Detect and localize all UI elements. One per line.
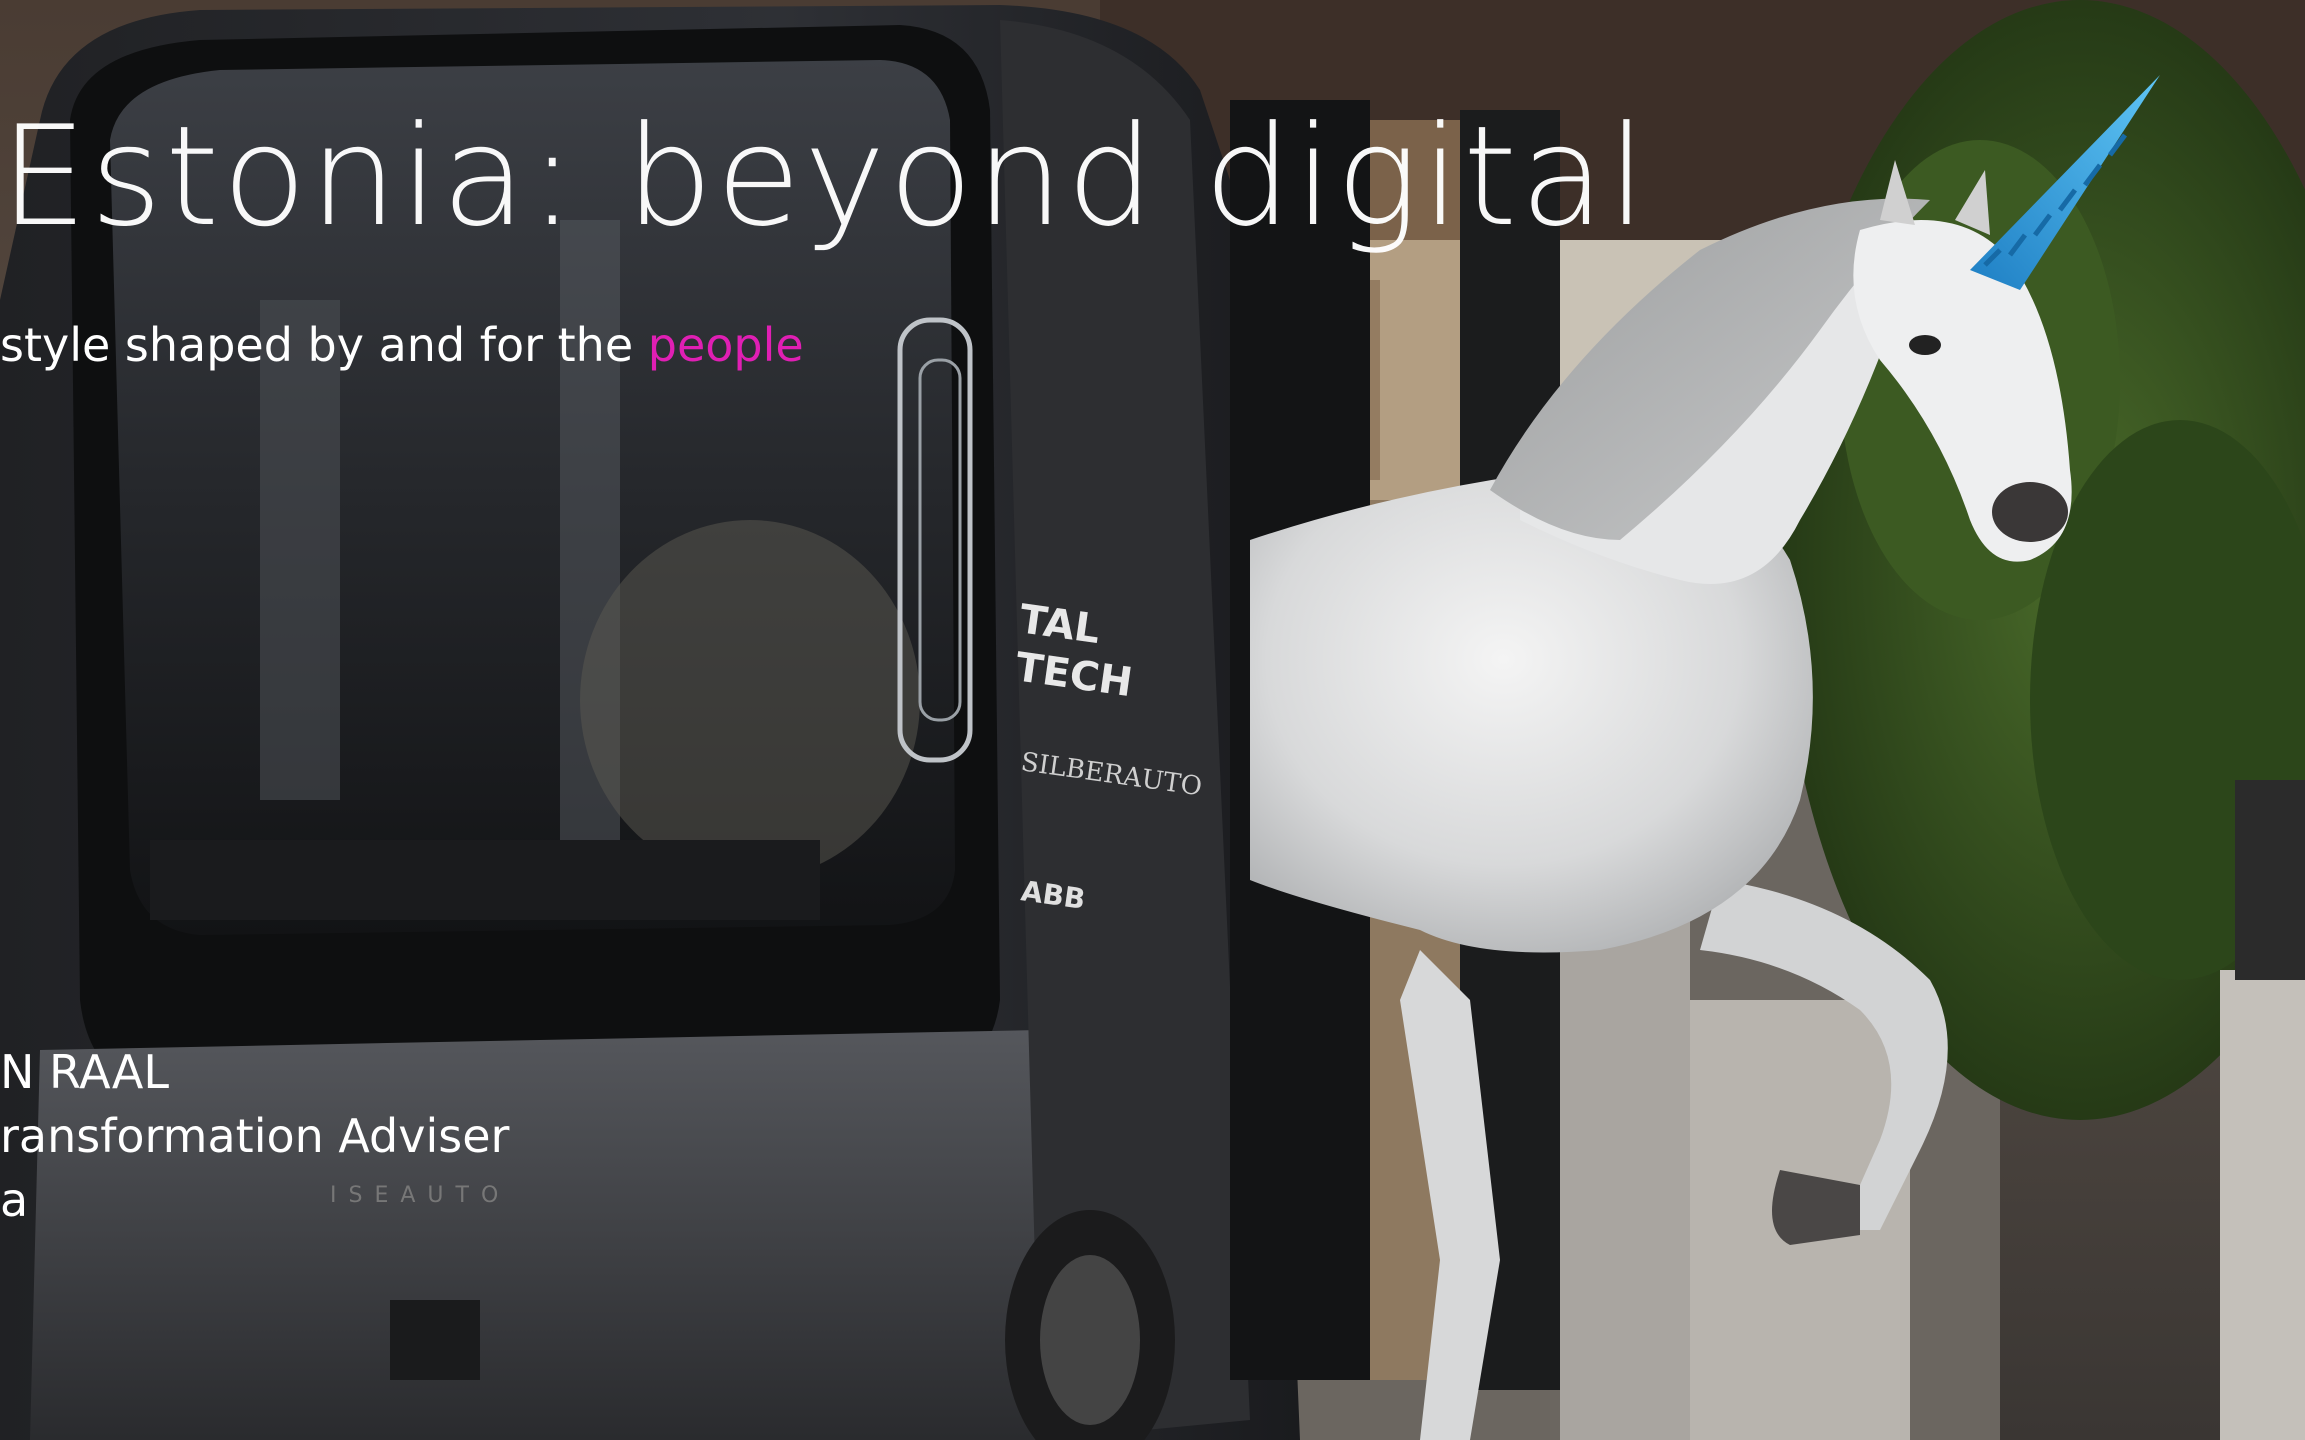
page-title: Estonia: beyond digital [0, 96, 1649, 257]
presenter-role: ransformation Adviser [0, 1109, 510, 1163]
presenter-organization: a [0, 1173, 29, 1227]
subtitle-highlight: people [647, 318, 804, 372]
subtitle-text: style shaped by and for the [0, 318, 648, 372]
subtitle: style shaped by and for the people [0, 318, 804, 372]
presenter-name: N RAAL [0, 1045, 169, 1099]
presenter-info: N RAAL ransformation Adviser a [0, 1040, 509, 1232]
